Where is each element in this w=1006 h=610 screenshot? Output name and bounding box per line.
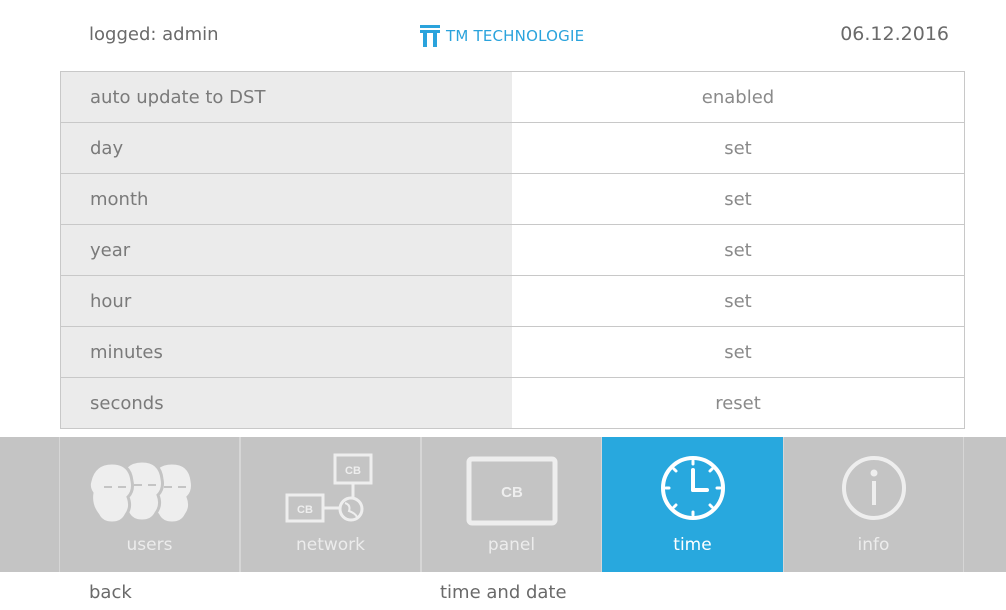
users-icon <box>87 459 194 525</box>
nav-tile-network[interactable]: CB CB network <box>240 437 421 572</box>
setting-label: auto update to DST <box>61 72 512 122</box>
setting-label: hour <box>61 276 512 326</box>
setting-label: minutes <box>61 327 512 377</box>
setting-label: day <box>61 123 512 173</box>
panel-badge-text: CB <box>501 484 523 501</box>
setting-value-button[interactable]: set <box>512 174 964 224</box>
network-icon: CB CB <box>285 453 373 523</box>
setting-row-minutes[interactable]: minutes set <box>61 327 964 378</box>
setting-value-button[interactable]: set <box>512 327 964 377</box>
logged-user-label: logged: admin <box>89 24 219 45</box>
nav-tile-label: info <box>857 535 890 555</box>
nav-tile-label: panel <box>487 535 536 555</box>
time-settings-table: auto update to DST enabled day set month… <box>60 71 965 429</box>
current-date: 06.12.2016 <box>840 23 949 45</box>
nav-tile-label: time <box>673 535 712 555</box>
brand-name: TM TECHNOLOGIE <box>446 27 585 45</box>
setting-label: month <box>61 174 512 224</box>
setting-value-button[interactable]: set <box>512 276 964 326</box>
nav-tile-label: network <box>295 535 366 555</box>
tm-logo-icon <box>420 25 440 47</box>
network-badge-text-bottom: CB <box>297 504 313 516</box>
setting-label: year <box>61 225 512 275</box>
setting-row-year[interactable]: year set <box>61 225 964 276</box>
setting-value-button[interactable]: enabled <box>512 72 964 122</box>
nav-tile-info[interactable]: info <box>783 437 964 572</box>
clock-icon <box>661 456 725 520</box>
nav-tile-users[interactable]: users <box>59 437 240 572</box>
info-icon <box>842 456 906 520</box>
setting-row-month[interactable]: month set <box>61 174 964 225</box>
footer-bar: back time and date <box>0 572 1006 610</box>
bottom-nav-dock: users CB CB network CB panel time info <box>0 437 1006 572</box>
setting-row-day[interactable]: day set <box>61 123 964 174</box>
setting-row-auto-dst[interactable]: auto update to DST enabled <box>61 72 964 123</box>
nav-tile-label: users <box>126 535 173 555</box>
setting-label: seconds <box>61 378 512 428</box>
nav-tile-panel[interactable]: CB panel <box>421 437 602 572</box>
setting-row-seconds[interactable]: seconds reset <box>61 378 964 428</box>
nav-tile-time[interactable]: time <box>602 437 783 572</box>
panel-icon: CB <box>466 456 558 526</box>
setting-value-button[interactable]: reset <box>512 378 964 428</box>
network-badge-text-top: CB <box>345 465 361 477</box>
setting-value-button[interactable]: set <box>512 123 964 173</box>
header-bar: logged: admin TM TECHNOLOGIE 06.12.2016 <box>0 0 1006 70</box>
page-title: time and date <box>440 582 567 603</box>
setting-value-button[interactable]: set <box>512 225 964 275</box>
setting-row-hour[interactable]: hour set <box>61 276 964 327</box>
back-button[interactable]: back <box>89 582 132 603</box>
brand-logo: TM TECHNOLOGIE <box>420 23 584 49</box>
